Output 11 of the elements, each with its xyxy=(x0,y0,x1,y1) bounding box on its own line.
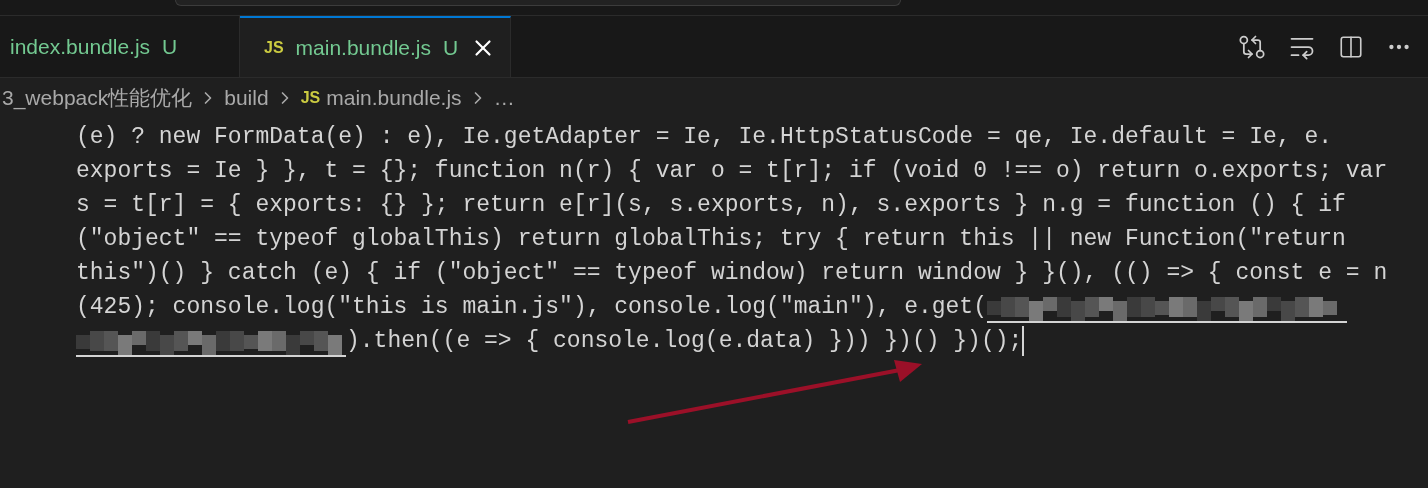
js-file-icon: JS xyxy=(300,86,321,110)
editor-tab[interactable]: JS main.bundle.js U xyxy=(240,16,512,77)
js-file-icon: JS xyxy=(264,35,284,60)
breadcrumb-item[interactable]: main.bundle.js xyxy=(326,82,462,114)
breadcrumb-more[interactable]: … xyxy=(493,82,515,114)
text-cursor xyxy=(1022,326,1025,356)
breadcrumb-item[interactable]: 3_webpack性能优化 xyxy=(0,82,193,114)
split-editor-icon[interactable] xyxy=(1338,33,1364,60)
git-status-label: U xyxy=(443,34,459,61)
git-status-label: U xyxy=(162,33,178,60)
breadcrumb-item[interactable]: build xyxy=(224,82,269,114)
